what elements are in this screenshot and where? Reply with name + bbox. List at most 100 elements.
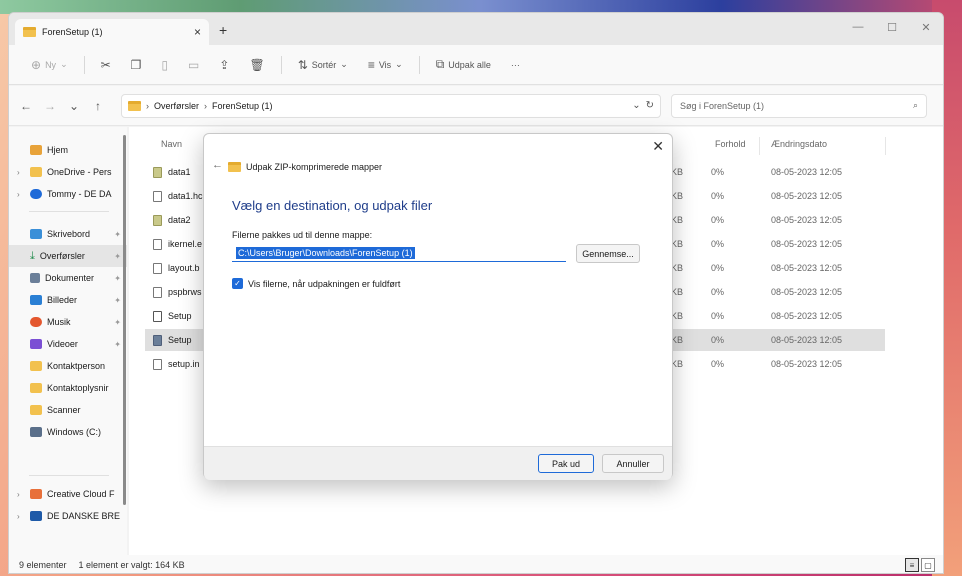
sidebar-item-downloads[interactable]: ⤓ Overførsler ✦ [9, 245, 127, 267]
search-input[interactable]: Søg i ForenSetup (1) ⌕ [671, 93, 927, 118]
recent-chevron-icon[interactable]: ⌄ [65, 99, 83, 113]
file-date: 08-05-2023 12:05 [771, 239, 843, 249]
back-arrow-icon[interactable]: ← [17, 99, 35, 113]
sidebar-item-documents[interactable]: Dokumenter ✦ [9, 267, 127, 289]
details-view-icon[interactable]: ≡ [905, 558, 919, 572]
sidebar-item-de-danske[interactable]: › DE DANSKE BRE [9, 505, 127, 527]
chevron-right-icon[interactable]: › [17, 168, 25, 177]
file-icon [153, 262, 162, 274]
forward-arrow-icon[interactable]: → [41, 99, 59, 113]
cloud-icon [30, 189, 42, 199]
settings-file-icon [153, 310, 162, 322]
more-options-button[interactable]: ··· [503, 51, 528, 79]
sidebar-item-label: Windows (C:) [47, 427, 102, 437]
extract-dialog: ✕ ← Udpak ZIP-komprimerede mapper Vælg e… [203, 133, 673, 480]
sidebar-item-desktop[interactable]: Skrivebord ✦ [9, 223, 127, 245]
file-name: layout.b [168, 263, 200, 273]
search-placeholder: Søg i ForenSetup (1) [680, 100, 765, 111]
rename-icon: ▭ [188, 57, 200, 72]
up-arrow-icon[interactable]: ↑ [89, 99, 107, 113]
folder-icon [30, 167, 42, 177]
folder-icon [128, 100, 141, 111]
sidebar-item-pictures[interactable]: Billeder ✦ [9, 289, 127, 311]
sidebar-item-label: Kontaktoplysnir [47, 383, 109, 393]
column-header-name[interactable]: Navn [161, 139, 182, 149]
extract-all-button[interactable]: ⧉ Udpak alle [428, 51, 499, 79]
breadcrumb-overforsler[interactable]: Overførsler [154, 101, 199, 111]
file-ratio: 0% [711, 215, 725, 225]
new-tab-button[interactable]: + [219, 22, 227, 38]
folder-icon [30, 361, 42, 371]
dialog-close-button[interactable]: ✕ [652, 138, 664, 155]
sidebar-item-scanner[interactable]: Scanner [9, 399, 127, 421]
folder-icon [30, 405, 42, 415]
file-name: setup.in [168, 359, 200, 369]
copy-button[interactable]: ❐ [123, 51, 150, 79]
sidebar-item-label: Dokumenter [45, 273, 95, 283]
archive-file-icon [153, 166, 162, 178]
video-icon [30, 339, 42, 349]
chevron-down-icon: ⌄ [340, 59, 348, 69]
sidebar-item-label: DE DANSKE BRE [47, 511, 121, 521]
address-dropdown-icon[interactable]: ⌄ [632, 100, 640, 111]
sidebar-item-creative-cloud[interactable]: › Creative Cloud F [9, 483, 127, 505]
sidebar-item-kontaktperson[interactable]: Kontaktperson [9, 355, 127, 377]
view-button[interactable]: ≡ Vis ⌄ [360, 51, 411, 79]
trash-icon: 🗑 [249, 57, 265, 72]
file-date: 08-05-2023 12:05 [771, 263, 843, 273]
rename-button[interactable]: ▭ [180, 51, 207, 79]
column-divider[interactable] [759, 137, 760, 155]
file-explorer-window: ForenSetup (1) × + — ☐ ✕ ⊕ Ny ⌄ ✂ ❐ ▯ ▭ … [8, 12, 944, 574]
column-divider[interactable] [885, 137, 886, 155]
sidebar-divider [29, 211, 109, 212]
sidebar-item-windows-c[interactable]: Windows (C:) [9, 421, 127, 443]
sidebar-item-tommy[interactable]: › Tommy - DE DA [9, 183, 127, 205]
folder-icon [30, 383, 42, 393]
maximize-button[interactable]: ☐ [875, 13, 909, 41]
breadcrumb-forensetup[interactable]: ForenSetup (1) [212, 101, 273, 111]
column-header-date[interactable]: Ændringsdato [771, 139, 827, 149]
chevron-right-icon[interactable]: › [17, 190, 25, 199]
zip-folder-icon [228, 162, 241, 172]
tiles-view-icon[interactable]: ▢ [921, 558, 935, 572]
close-window-button[interactable]: ✕ [909, 13, 943, 41]
dialog-back-arrow-icon[interactable]: ← [212, 159, 223, 171]
chevron-right-icon[interactable]: › [17, 490, 25, 499]
chevron-right-icon[interactable]: › [17, 512, 25, 521]
refresh-icon[interactable]: ↻ [646, 100, 654, 111]
breadcrumb-chevron-icon: › [146, 100, 149, 111]
delete-button[interactable]: 🗑 [241, 51, 272, 79]
paste-button[interactable]: ▯ [153, 51, 176, 79]
music-icon [30, 317, 42, 327]
sidebar-scrollbar[interactable] [123, 135, 126, 505]
share-button[interactable]: ⇪ [211, 51, 237, 79]
column-header-ratio[interactable]: Forhold [715, 139, 746, 149]
tab-forensetup[interactable]: ForenSetup (1) × [15, 19, 209, 45]
sidebar-item-videos[interactable]: Videoer ✦ [9, 333, 127, 355]
tab-close-icon[interactable]: × [194, 25, 201, 39]
sidebar-item-music[interactable]: Musik ✦ [9, 311, 127, 333]
minimize-button[interactable]: — [841, 13, 875, 41]
extract-button[interactable]: Pak ud [538, 454, 594, 473]
share-icon: ⇪ [219, 57, 230, 72]
sidebar-item-label: Creative Cloud F [47, 489, 115, 499]
sidebar-item-kontaktoplysninger[interactable]: Kontaktoplysnir [9, 377, 127, 399]
sidebar-item-home[interactable]: Hjem [9, 139, 127, 161]
dialog-title: Udpak ZIP-komprimerede mapper [228, 162, 382, 172]
extract-icon: ⧉ [435, 57, 445, 71]
address-bar[interactable]: › Overførsler › ForenSetup (1) ⌄ ↻ [121, 93, 661, 118]
show-files-checkbox[interactable]: ✓ Vis filerne, når udpakningen er fuldfø… [232, 278, 400, 289]
home-icon [30, 145, 42, 155]
cancel-button[interactable]: Annuller [602, 454, 664, 473]
file-ratio: 0% [711, 263, 725, 273]
cut-button[interactable]: ✂ [93, 51, 119, 79]
file-date: 08-05-2023 12:05 [771, 215, 843, 225]
status-bar: 9 elementer 1 element er valgt: 164 KB ≡… [9, 555, 943, 573]
browse-button[interactable]: Gennemse... [576, 244, 640, 263]
file-ratio: 0% [711, 287, 725, 297]
chevron-down-icon: ⌄ [60, 59, 68, 69]
new-button[interactable]: ⊕ Ny ⌄ [23, 51, 76, 79]
sort-button[interactable]: ⇅ Sortér ⌄ [290, 51, 356, 79]
sidebar-item-onedrive[interactable]: › OneDrive - Pers [9, 161, 127, 183]
sidebar-item-label: Musik [47, 317, 71, 327]
